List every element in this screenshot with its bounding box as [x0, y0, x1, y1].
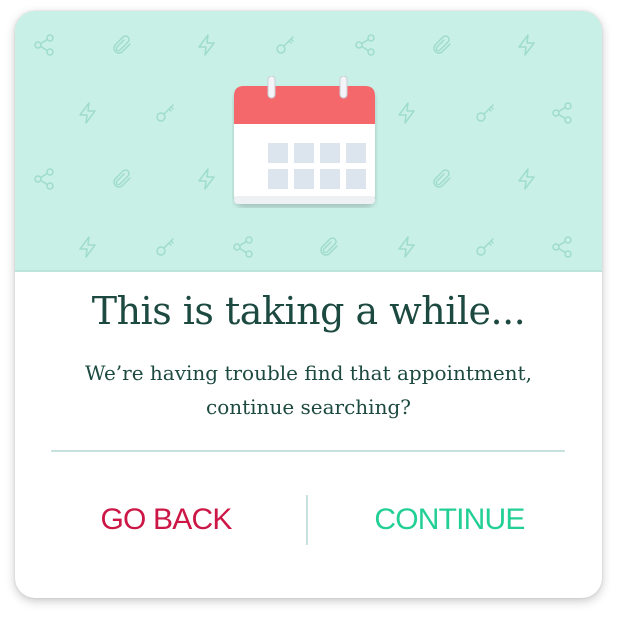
paperclip-icon [430, 33, 454, 57]
horizontal-divider [51, 450, 565, 452]
paperclip-icon [430, 167, 454, 191]
continue-button[interactable]: CONTINUE [317, 491, 582, 549]
key-icon [153, 235, 177, 259]
share-icon [550, 101, 574, 125]
lightning-icon [395, 101, 419, 125]
key-icon [473, 235, 497, 259]
lightning-icon [515, 167, 539, 191]
share-icon [353, 33, 377, 57]
dialog-message: We’re having trouble find that appointme… [85, 361, 532, 419]
key-icon [273, 33, 297, 57]
button-divider [306, 495, 308, 545]
dialog-card: This is taking a while... We’re having t… [15, 11, 602, 598]
dialog-title: This is taking a while... [91, 289, 526, 333]
share-icon [231, 235, 255, 259]
lightning-icon [76, 235, 100, 259]
calendar-icon [232, 76, 378, 208]
share-icon [550, 235, 574, 259]
key-icon [153, 101, 177, 125]
paperclip-icon [110, 33, 134, 57]
lightning-icon [195, 33, 219, 57]
lightning-icon [76, 101, 100, 125]
hero-banner [15, 11, 602, 272]
share-icon [32, 33, 56, 57]
key-icon [473, 101, 497, 125]
lightning-icon [515, 33, 539, 57]
lightning-icon [395, 235, 419, 259]
paperclip-icon [110, 167, 134, 191]
paperclip-icon [317, 235, 341, 259]
lightning-icon [195, 167, 219, 191]
share-icon [32, 167, 56, 191]
go-back-button[interactable]: GO BACK [35, 491, 297, 549]
